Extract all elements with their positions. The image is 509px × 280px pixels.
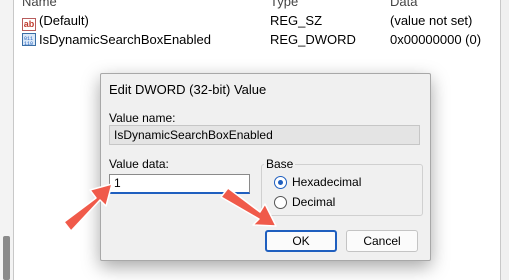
string-value-icon: ab — [22, 18, 36, 31]
cancel-button[interactable]: Cancel — [346, 230, 418, 252]
value-data: (value not set) — [390, 13, 473, 28]
decimal-label[interactable]: Decimal — [292, 195, 335, 209]
value-data: 0x00000000 (0) — [390, 32, 482, 47]
value-name: (Default) — [39, 13, 89, 28]
window-right-edge — [500, 0, 509, 280]
dialog-title: Edit DWORD (32-bit) Value — [109, 82, 267, 97]
binary-value-icon: 011 110 — [22, 33, 36, 47]
value-name-label: Value name: — [109, 111, 176, 125]
hexadecimal-radio[interactable] — [274, 176, 287, 189]
value-type: REG_DWORD — [270, 32, 356, 47]
value-name-field[interactable]: IsDynamicSearchBoxEnabled — [109, 125, 420, 145]
base-group-label: Base — [264, 157, 296, 171]
column-header-type[interactable]: Type — [270, 0, 298, 9]
tree-pane-edge — [0, 0, 14, 280]
tree-scrollbar[interactable] — [3, 236, 10, 280]
hexadecimal-label[interactable]: Hexadecimal — [292, 175, 361, 189]
value-data-input[interactable]: 1 — [109, 174, 250, 194]
edit-dword-dialog: Edit DWORD (32-bit) Value Value name: Is… — [100, 73, 431, 261]
value-type: REG_SZ — [270, 13, 323, 28]
value-name: IsDynamicSearchBoxEnabled — [39, 32, 211, 47]
decimal-radio[interactable] — [274, 196, 287, 209]
column-header-name[interactable]: Name — [22, 0, 57, 9]
column-header-data[interactable]: Data — [390, 0, 417, 9]
base-group: Hexadecimal Decimal — [261, 164, 423, 216]
value-data-label: Value data: — [109, 157, 169, 171]
svg-text:110: 110 — [24, 41, 33, 46]
ok-button[interactable]: OK — [265, 230, 337, 252]
